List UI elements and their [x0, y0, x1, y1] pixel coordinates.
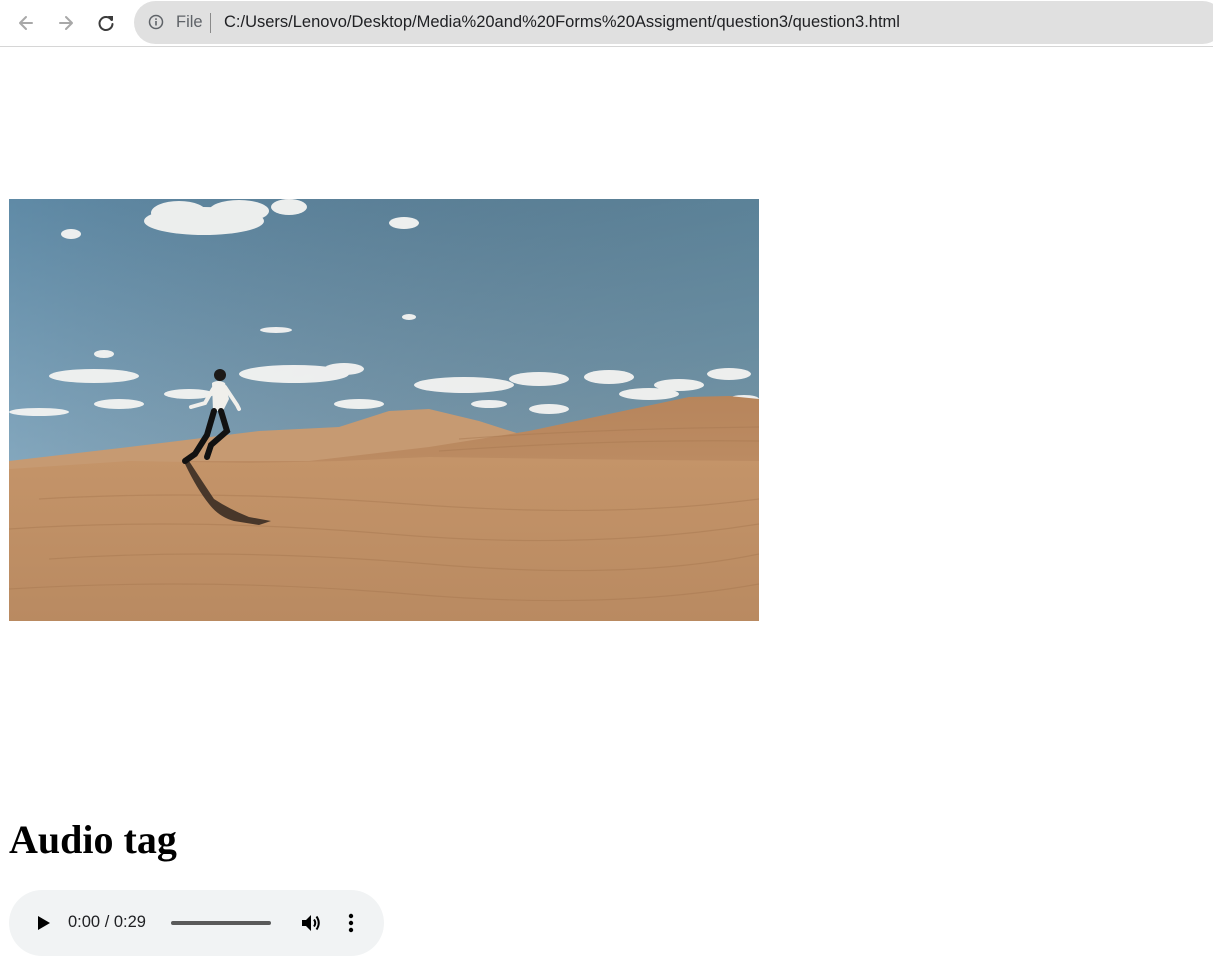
video-player[interactable] [9, 199, 759, 621]
audio-section-heading: Audio tag [9, 817, 177, 862]
url-divider [210, 13, 211, 33]
audio-time: 0:00 / 0:29 [68, 913, 146, 931]
address-bar[interactable]: File C:/Users/Lenovo/Desktop/Media%20and… [134, 1, 1213, 44]
browser-toolbar: File C:/Users/Lenovo/Desktop/Media%20and… [0, 0, 1213, 47]
url-scheme-label: File [176, 13, 203, 31]
video-frame [9, 199, 759, 621]
back-button[interactable] [12, 9, 40, 37]
arrow-left-icon [19, 16, 33, 30]
play-icon[interactable] [33, 913, 53, 933]
arrow-right-icon [59, 16, 73, 30]
audio-player[interactable]: 0:00 / 0:29 [9, 890, 384, 956]
reload-button[interactable] [92, 9, 120, 37]
forward-button[interactable] [52, 9, 80, 37]
audio-progress-slider[interactable] [171, 921, 271, 925]
info-icon[interactable] [148, 14, 164, 30]
more-vertical-icon[interactable] [341, 911, 361, 935]
reload-icon [98, 16, 114, 31]
volume-icon[interactable] [299, 911, 323, 935]
url-text[interactable]: C:/Users/Lenovo/Desktop/Media%20and%20Fo… [224, 13, 900, 32]
